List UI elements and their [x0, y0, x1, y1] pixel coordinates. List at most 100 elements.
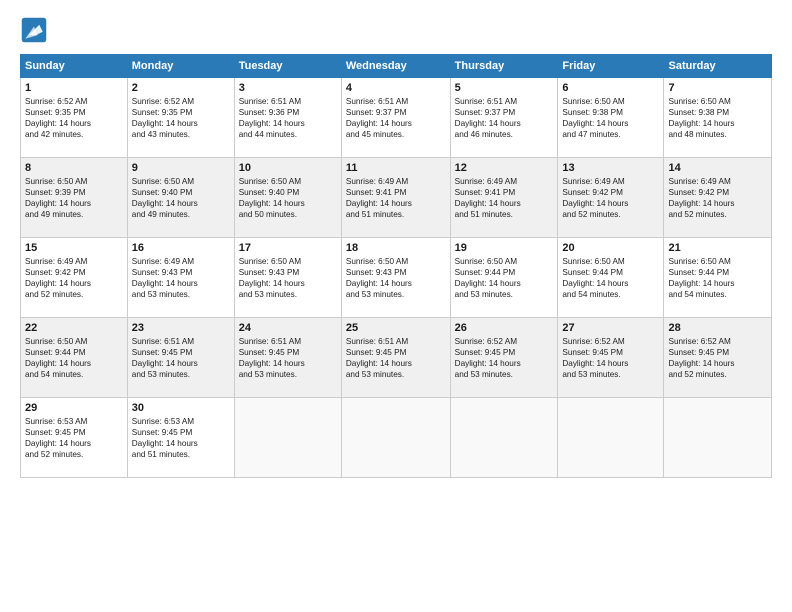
empty-cell: [341, 398, 450, 478]
day-cell: 19 Sunrise: 6:50 AMSunset: 9:44 PMDaylig…: [450, 238, 558, 318]
empty-cell: [450, 398, 558, 478]
day-cell: 15 Sunrise: 6:49 AMSunset: 9:42 PMDaylig…: [21, 238, 128, 318]
day-number: 20: [562, 242, 659, 254]
day-info: Sunrise: 6:51 AMSunset: 9:37 PMDaylight:…: [346, 96, 446, 140]
day-number: 27: [562, 322, 659, 334]
day-info: Sunrise: 6:52 AMSunset: 9:35 PMDaylight:…: [25, 96, 123, 140]
day-cell: 6 Sunrise: 6:50 AMSunset: 9:38 PMDayligh…: [558, 78, 664, 158]
day-info: Sunrise: 6:51 AMSunset: 9:45 PMDaylight:…: [346, 336, 446, 380]
weekday-header: Saturday: [664, 55, 772, 78]
header: [20, 16, 772, 44]
day-info: Sunrise: 6:52 AMSunset: 9:45 PMDaylight:…: [562, 336, 659, 380]
day-cell: 25 Sunrise: 6:51 AMSunset: 9:45 PMDaylig…: [341, 318, 450, 398]
day-cell: 23 Sunrise: 6:51 AMSunset: 9:45 PMDaylig…: [127, 318, 234, 398]
empty-cell: [558, 398, 664, 478]
day-info: Sunrise: 6:49 AMSunset: 9:41 PMDaylight:…: [346, 176, 446, 220]
day-number: 30: [132, 402, 230, 414]
calendar: SundayMondayTuesdayWednesdayThursdayFrid…: [20, 54, 772, 478]
day-cell: 8 Sunrise: 6:50 AMSunset: 9:39 PMDayligh…: [21, 158, 128, 238]
day-cell: 11 Sunrise: 6:49 AMSunset: 9:41 PMDaylig…: [341, 158, 450, 238]
empty-cell: [234, 398, 341, 478]
day-number: 21: [668, 242, 767, 254]
day-number: 23: [132, 322, 230, 334]
day-number: 25: [346, 322, 446, 334]
weekday-header: Tuesday: [234, 55, 341, 78]
day-number: 16: [132, 242, 230, 254]
day-info: Sunrise: 6:53 AMSunset: 9:45 PMDaylight:…: [25, 416, 123, 460]
day-cell: 12 Sunrise: 6:49 AMSunset: 9:41 PMDaylig…: [450, 158, 558, 238]
day-info: Sunrise: 6:50 AMSunset: 9:44 PMDaylight:…: [455, 256, 554, 300]
day-info: Sunrise: 6:51 AMSunset: 9:45 PMDaylight:…: [239, 336, 337, 380]
day-cell: 18 Sunrise: 6:50 AMSunset: 9:43 PMDaylig…: [341, 238, 450, 318]
day-cell: 3 Sunrise: 6:51 AMSunset: 9:36 PMDayligh…: [234, 78, 341, 158]
day-info: Sunrise: 6:50 AMSunset: 9:40 PMDaylight:…: [132, 176, 230, 220]
day-cell: 2 Sunrise: 6:52 AMSunset: 9:35 PMDayligh…: [127, 78, 234, 158]
day-info: Sunrise: 6:50 AMSunset: 9:44 PMDaylight:…: [562, 256, 659, 300]
day-cell: 10 Sunrise: 6:50 AMSunset: 9:40 PMDaylig…: [234, 158, 341, 238]
day-cell: 1 Sunrise: 6:52 AMSunset: 9:35 PMDayligh…: [21, 78, 128, 158]
logo: [20, 16, 52, 44]
day-number: 3: [239, 82, 337, 94]
weekday-header: Friday: [558, 55, 664, 78]
day-cell: 4 Sunrise: 6:51 AMSunset: 9:37 PMDayligh…: [341, 78, 450, 158]
day-number: 5: [455, 82, 554, 94]
day-info: Sunrise: 6:49 AMSunset: 9:42 PMDaylight:…: [668, 176, 767, 220]
day-number: 12: [455, 162, 554, 174]
day-cell: 9 Sunrise: 6:50 AMSunset: 9:40 PMDayligh…: [127, 158, 234, 238]
weekday-header: Thursday: [450, 55, 558, 78]
day-cell: 5 Sunrise: 6:51 AMSunset: 9:37 PMDayligh…: [450, 78, 558, 158]
day-number: 15: [25, 242, 123, 254]
day-cell: 30 Sunrise: 6:53 AMSunset: 9:45 PMDaylig…: [127, 398, 234, 478]
day-number: 8: [25, 162, 123, 174]
day-number: 29: [25, 402, 123, 414]
day-cell: 14 Sunrise: 6:49 AMSunset: 9:42 PMDaylig…: [664, 158, 772, 238]
page: SundayMondayTuesdayWednesdayThursdayFrid…: [0, 0, 792, 612]
day-number: 2: [132, 82, 230, 94]
day-info: Sunrise: 6:49 AMSunset: 9:42 PMDaylight:…: [562, 176, 659, 220]
day-number: 1: [25, 82, 123, 94]
day-number: 11: [346, 162, 446, 174]
day-info: Sunrise: 6:50 AMSunset: 9:39 PMDaylight:…: [25, 176, 123, 220]
logo-icon: [20, 16, 48, 44]
day-info: Sunrise: 6:50 AMSunset: 9:40 PMDaylight:…: [239, 176, 337, 220]
day-info: Sunrise: 6:51 AMSunset: 9:45 PMDaylight:…: [132, 336, 230, 380]
day-number: 6: [562, 82, 659, 94]
day-cell: 16 Sunrise: 6:49 AMSunset: 9:43 PMDaylig…: [127, 238, 234, 318]
weekday-header: Monday: [127, 55, 234, 78]
day-cell: 26 Sunrise: 6:52 AMSunset: 9:45 PMDaylig…: [450, 318, 558, 398]
day-number: 22: [25, 322, 123, 334]
day-cell: 7 Sunrise: 6:50 AMSunset: 9:38 PMDayligh…: [664, 78, 772, 158]
day-number: 14: [668, 162, 767, 174]
day-number: 7: [668, 82, 767, 94]
day-info: Sunrise: 6:50 AMSunset: 9:44 PMDaylight:…: [668, 256, 767, 300]
weekday-header: Wednesday: [341, 55, 450, 78]
day-info: Sunrise: 6:50 AMSunset: 9:44 PMDaylight:…: [25, 336, 123, 380]
day-info: Sunrise: 6:53 AMSunset: 9:45 PMDaylight:…: [132, 416, 230, 460]
day-cell: 20 Sunrise: 6:50 AMSunset: 9:44 PMDaylig…: [558, 238, 664, 318]
day-info: Sunrise: 6:50 AMSunset: 9:38 PMDaylight:…: [562, 96, 659, 140]
day-number: 9: [132, 162, 230, 174]
day-cell: 21 Sunrise: 6:50 AMSunset: 9:44 PMDaylig…: [664, 238, 772, 318]
day-info: Sunrise: 6:50 AMSunset: 9:43 PMDaylight:…: [239, 256, 337, 300]
day-info: Sunrise: 6:52 AMSunset: 9:35 PMDaylight:…: [132, 96, 230, 140]
day-info: Sunrise: 6:50 AMSunset: 9:43 PMDaylight:…: [346, 256, 446, 300]
day-cell: 17 Sunrise: 6:50 AMSunset: 9:43 PMDaylig…: [234, 238, 341, 318]
day-number: 24: [239, 322, 337, 334]
day-number: 18: [346, 242, 446, 254]
day-info: Sunrise: 6:51 AMSunset: 9:37 PMDaylight:…: [455, 96, 554, 140]
day-info: Sunrise: 6:52 AMSunset: 9:45 PMDaylight:…: [455, 336, 554, 380]
day-info: Sunrise: 6:49 AMSunset: 9:42 PMDaylight:…: [25, 256, 123, 300]
day-number: 4: [346, 82, 446, 94]
day-cell: 13 Sunrise: 6:49 AMSunset: 9:42 PMDaylig…: [558, 158, 664, 238]
day-number: 26: [455, 322, 554, 334]
day-number: 28: [668, 322, 767, 334]
day-number: 19: [455, 242, 554, 254]
day-cell: 29 Sunrise: 6:53 AMSunset: 9:45 PMDaylig…: [21, 398, 128, 478]
day-number: 13: [562, 162, 659, 174]
day-cell: 22 Sunrise: 6:50 AMSunset: 9:44 PMDaylig…: [21, 318, 128, 398]
day-cell: 24 Sunrise: 6:51 AMSunset: 9:45 PMDaylig…: [234, 318, 341, 398]
empty-cell: [664, 398, 772, 478]
day-info: Sunrise: 6:52 AMSunset: 9:45 PMDaylight:…: [668, 336, 767, 380]
day-cell: 27 Sunrise: 6:52 AMSunset: 9:45 PMDaylig…: [558, 318, 664, 398]
day-number: 17: [239, 242, 337, 254]
